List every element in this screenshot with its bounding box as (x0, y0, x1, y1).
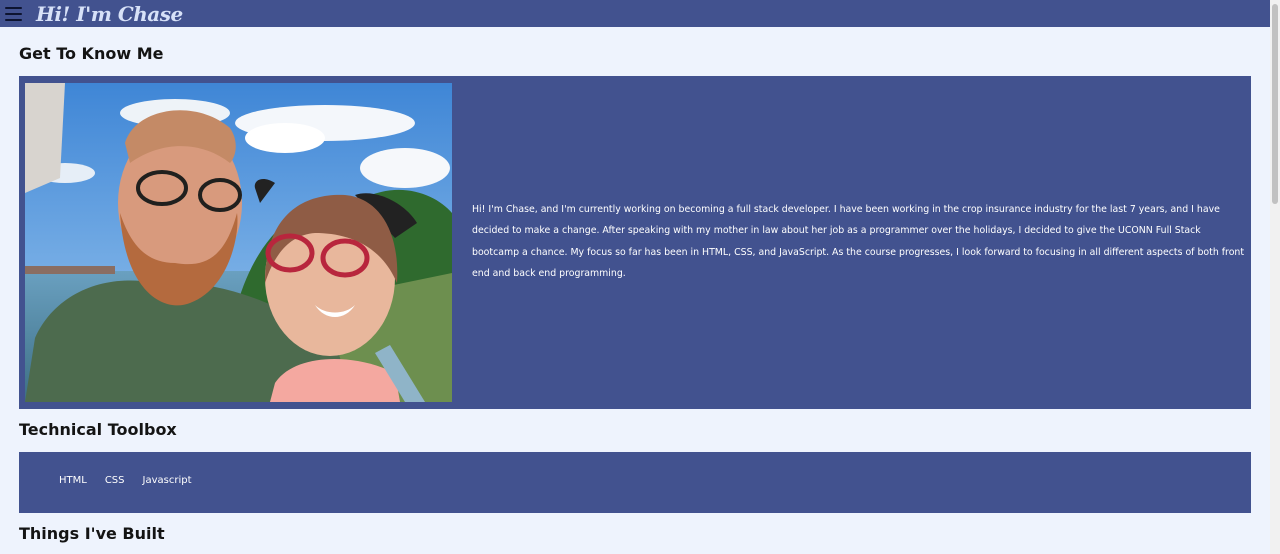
about-heading: Get To Know Me (19, 44, 164, 63)
site-title[interactable]: Hi! I'm Chase (36, 2, 183, 26)
navbar: Hi! I'm Chase (0, 0, 1270, 27)
about-text: Hi! I'm Chase, and I'm currently working… (472, 204, 1245, 279)
about-panel: Hi! I'm Chase, and I'm currently working… (19, 76, 1251, 409)
toolbox-panel: HTML CSS Javascript (19, 452, 1251, 513)
tool-item-html: HTML (59, 475, 87, 486)
tool-item-css: CSS (104, 475, 125, 486)
tool-item-javascript: Javascript (142, 475, 192, 486)
projects-heading: Things I've Built (19, 524, 165, 543)
profile-photo (25, 83, 452, 402)
toolbox-heading: Technical Toolbox (19, 420, 177, 439)
scrollbar[interactable] (1270, 0, 1280, 554)
scrollbar-thumb[interactable] (1272, 4, 1278, 204)
tool-list: HTML CSS Javascript (59, 475, 192, 486)
hamburger-menu-icon[interactable] (5, 6, 22, 21)
